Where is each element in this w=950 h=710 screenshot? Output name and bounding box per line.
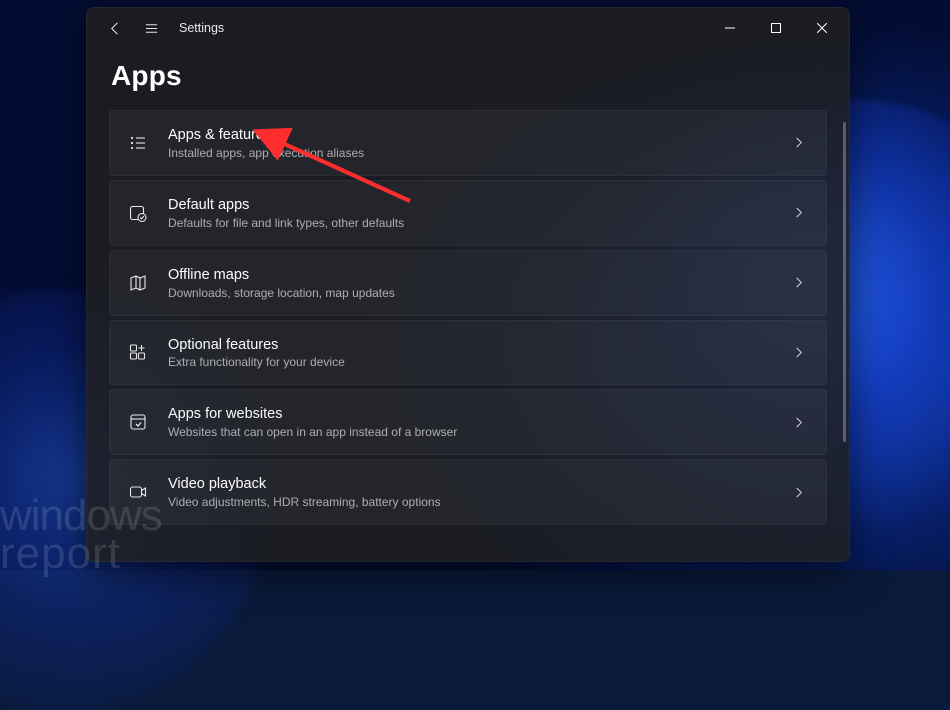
nav-item-subtitle: Websites that can open in an app instead…	[168, 425, 770, 439]
nav-item-subtitle: Extra functionality for your device	[168, 355, 770, 369]
optional-features-icon	[126, 340, 150, 364]
nav-item-title: Default apps	[168, 196, 770, 215]
chevron-right-icon	[788, 346, 808, 359]
offline-maps-icon	[126, 271, 150, 295]
settings-window: Settings Apps Apps & features In	[86, 7, 850, 562]
settings-list: Apps & features Installed apps, app exec…	[87, 110, 849, 561]
nav-item-subtitle: Installed apps, app execution aliases	[168, 146, 770, 160]
maximize-button[interactable]	[753, 12, 799, 44]
nav-item-title: Optional features	[168, 336, 770, 355]
nav-item-default-apps[interactable]: Default apps Defaults for file and link …	[109, 180, 827, 246]
nav-item-subtitle: Video adjustments, HDR streaming, batter…	[168, 495, 770, 509]
nav-item-apps-for-websites[interactable]: Apps for websites Websites that can open…	[109, 389, 827, 455]
nav-item-video-playback[interactable]: Video playback Video adjustments, HDR st…	[109, 459, 827, 525]
page-title: Apps	[111, 60, 825, 92]
nav-item-optional-features[interactable]: Optional features Extra functionality fo…	[109, 320, 827, 386]
titlebar: Settings	[87, 8, 849, 48]
chevron-right-icon	[788, 416, 808, 429]
apps-for-websites-icon	[126, 410, 150, 434]
nav-item-title: Offline maps	[168, 266, 770, 285]
nav-item-title: Video playback	[168, 475, 770, 494]
apps-features-icon	[126, 131, 150, 155]
nav-item-apps-and-features[interactable]: Apps & features Installed apps, app exec…	[109, 110, 827, 176]
scrollbar[interactable]	[843, 122, 846, 442]
nav-item-title: Apps for websites	[168, 405, 770, 424]
nav-item-subtitle: Downloads, storage location, map updates	[168, 286, 770, 300]
chevron-right-icon	[788, 136, 808, 149]
window-title: Settings	[179, 21, 224, 35]
default-apps-icon	[126, 201, 150, 225]
nav-item-offline-maps[interactable]: Offline maps Downloads, storage location…	[109, 250, 827, 316]
close-button[interactable]	[799, 12, 845, 44]
nav-menu-button[interactable]	[137, 14, 165, 42]
page-header: Apps	[87, 48, 849, 110]
chevron-right-icon	[788, 486, 808, 499]
back-button[interactable]	[101, 14, 129, 42]
nav-item-subtitle: Defaults for file and link types, other …	[168, 216, 770, 230]
nav-item-title: Apps & features	[168, 126, 770, 145]
minimize-button[interactable]	[707, 12, 753, 44]
chevron-right-icon	[788, 206, 808, 219]
chevron-right-icon	[788, 276, 808, 289]
video-playback-icon	[126, 480, 150, 504]
